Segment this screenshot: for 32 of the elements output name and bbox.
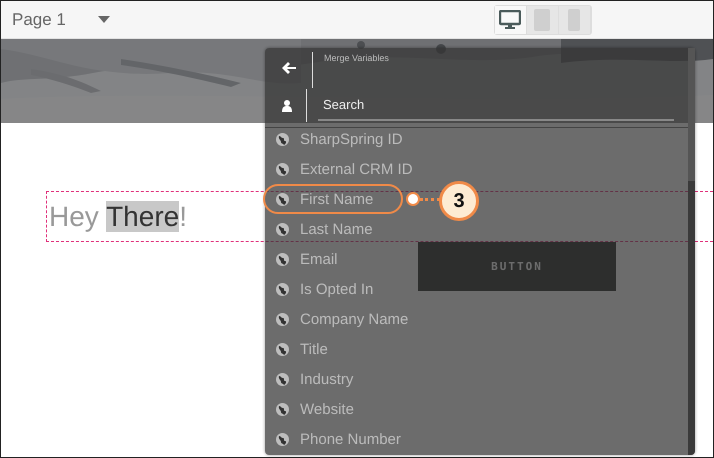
user-icon: [282, 100, 292, 112]
globe-icon: [276, 282, 289, 296]
globe-icon: [276, 312, 289, 326]
globe-icon: [276, 192, 289, 206]
globe-icon: [276, 402, 289, 416]
merge-variable-item[interactable]: Phone Number: [263, 424, 413, 454]
caret-icon[interactable]: [98, 16, 110, 23]
scrollbar-thumb[interactable]: [688, 48, 695, 181]
panel-title: Merge Variables: [324, 53, 389, 63]
globe-icon: [276, 342, 289, 356]
globe-icon: [276, 252, 289, 266]
merge-variable-item[interactable]: Last Name: [263, 214, 385, 244]
heading-text: Hey There!: [49, 200, 188, 232]
globe-icon: [276, 432, 289, 446]
merge-variable-item[interactable]: Title: [263, 334, 340, 364]
merge-variable-item[interactable]: Company Name: [263, 304, 420, 334]
globe-icon: [276, 132, 289, 146]
merge-variable-item[interactable]: First Name: [263, 184, 403, 214]
desktop-icon: [499, 10, 522, 30]
globe-icon: [276, 162, 289, 176]
search-field[interactable]: Search: [318, 90, 674, 120]
merge-variable-item[interactable]: Industry: [263, 364, 366, 394]
merge-variable-item[interactable]: External CRM ID: [263, 154, 425, 184]
page-label: Page 1: [12, 10, 66, 30]
merge-variable-item[interactable]: SharpSpring ID: [263, 124, 415, 154]
merge-variable-item[interactable]: Website: [263, 394, 366, 424]
globe-icon: [276, 372, 289, 386]
back-arrow-icon[interactable]: [282, 62, 296, 74]
merge-variable-item[interactable]: Is Opted In: [263, 274, 386, 304]
merge-variable-item[interactable]: Email: [263, 244, 350, 274]
device-button[interactable]: [494, 6, 527, 34]
globe-icon: [276, 222, 289, 236]
